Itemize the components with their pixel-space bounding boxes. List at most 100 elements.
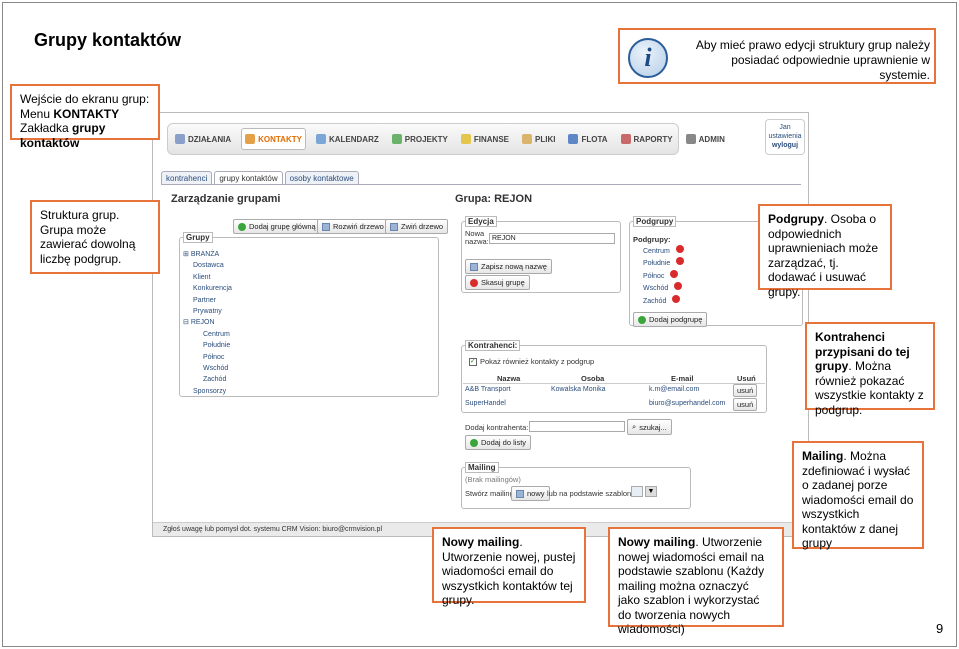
- remove-icon[interactable]: [670, 269, 679, 278]
- row2-email[interactable]: biuro@superhandel.com: [649, 400, 725, 407]
- col-person: Osoba: [581, 374, 605, 383]
- nav-projekty[interactable]: PROJEKTY: [389, 128, 451, 150]
- subgroups-label: Podgrupy:: [633, 235, 671, 244]
- row1-name[interactable]: A&B Transport: [465, 386, 511, 393]
- nav-raporty[interactable]: RAPORTY: [618, 128, 676, 150]
- nav-kalendarz[interactable]: KALENDARZ: [313, 128, 382, 150]
- group-name-input[interactable]: REJON: [489, 233, 615, 244]
- row1-email[interactable]: k.m@email.com: [649, 386, 699, 393]
- col-remove: Usuń: [737, 374, 756, 383]
- row1-remove-button[interactable]: usuń: [733, 384, 758, 397]
- crm-app-window: DZIAŁANIA KONTAKTY KALENDARZ PROJEKTY FI…: [152, 112, 809, 537]
- subgroup-list: Centrum Południe Północ Wschód Zachód: [643, 245, 687, 307]
- save-name-button[interactable]: Zapisz nową nazwę: [465, 259, 552, 274]
- tree-node[interactable]: Partner: [183, 295, 232, 306]
- add-icon: [638, 315, 646, 324]
- list-item[interactable]: Wschód: [643, 282, 687, 294]
- calendar-icon: [315, 134, 326, 144]
- tree-node[interactable]: ⊞ BRANŻA: [183, 249, 232, 260]
- fleet-icon: [568, 134, 579, 144]
- callout-subgroups: Podgrupy. Osoba o odpowiednich uprawnien…: [758, 204, 892, 299]
- nav-finanse[interactable]: FINANSE: [458, 128, 512, 150]
- projects-icon: [391, 134, 402, 144]
- callout-contractors: Kontrahenci przypisani do tej grupy. Moż…: [805, 322, 935, 417]
- files-icon: [522, 134, 532, 144]
- callout-structure: Struktura grup. Grupa może zawierać dowo…: [30, 200, 160, 274]
- nav-pliki[interactable]: PLIKI: [519, 128, 558, 150]
- tree-node[interactable]: Północ: [183, 352, 232, 363]
- add-contractor-label: Dodaj kontrahenta:: [465, 423, 529, 432]
- create-mailing-label: Stwórz mailing: [465, 489, 514, 498]
- col-email: E-mail: [671, 374, 694, 383]
- add-icon: [238, 222, 246, 231]
- group-tree: ⊞ BRANŻA Dostawca Klient Konkurencja Par…: [183, 249, 232, 397]
- template-icon[interactable]: [631, 486, 643, 497]
- tree-node-selected[interactable]: ⊟ REJON: [183, 317, 232, 328]
- list-item[interactable]: Północ: [643, 269, 687, 282]
- delete-group-button[interactable]: Skasuj grupę: [465, 275, 530, 290]
- user-name: Jan: [779, 124, 791, 131]
- finance-icon: [460, 134, 471, 144]
- tab-kontrahenci[interactable]: kontrahenci: [161, 171, 213, 185]
- subgroups-legend: Podgrupy: [633, 216, 677, 227]
- left-panel-title: Zarządzanie grupami: [171, 193, 281, 205]
- row2-name[interactable]: SuperHandel: [465, 400, 506, 407]
- no-mailings-text: (Brak mailingów): [465, 475, 521, 484]
- new-mailing-button[interactable]: nowy: [511, 486, 550, 501]
- remove-icon[interactable]: [675, 245, 684, 253]
- list-item[interactable]: Południe: [643, 257, 687, 269]
- collapse-tree-button[interactable]: Zwiń drzewo: [385, 219, 449, 234]
- actions-icon: [175, 134, 185, 144]
- show-subgroup-contacts[interactable]: ✓ Pokaż również kontakty z podgrup: [469, 357, 594, 366]
- tree-node[interactable]: Zachód: [183, 374, 232, 385]
- callout-entry: Wejście do ekranu grup: Menu KONTAKTY Za…: [10, 84, 160, 150]
- search-button[interactable]: ⌕ szukaj...: [627, 419, 672, 435]
- nav-kontakty[interactable]: KONTAKTY: [241, 128, 306, 150]
- nav-admin[interactable]: ADMIN: [683, 128, 728, 150]
- checkbox-checked[interactable]: ✓: [469, 357, 477, 366]
- main-navigation: DZIAŁANIA KONTAKTY KALENDARZ PROJEKTY FI…: [167, 123, 725, 155]
- tree-node[interactable]: Południe: [183, 340, 232, 351]
- nav-dzialania[interactable]: DZIAŁANIA: [172, 128, 234, 150]
- edit-legend: Edycja: [465, 216, 497, 227]
- expand-tree-button[interactable]: Rozwiń drzewo: [317, 219, 389, 234]
- row1-person[interactable]: Kowalska Monika: [551, 386, 605, 393]
- reports-icon: [620, 134, 631, 144]
- tree-node[interactable]: Centrum: [183, 329, 232, 340]
- callout-new-mailing: Nowy mailing. Utworzenie nowej, pustej w…: [432, 527, 586, 607]
- add-icon: [470, 438, 478, 447]
- remove-icon[interactable]: [676, 257, 685, 266]
- chevron-down-icon[interactable]: ▼: [645, 486, 657, 497]
- tree-node[interactable]: Klient: [183, 272, 232, 283]
- settings-link[interactable]: ustawienia: [768, 133, 801, 140]
- tab-grupy-kontaktow[interactable]: grupy kontaktów: [214, 171, 283, 185]
- list-item[interactable]: Centrum: [643, 245, 687, 257]
- logout-link[interactable]: wyloguj: [766, 141, 804, 150]
- nav-flota[interactable]: FLOTA: [565, 128, 610, 150]
- page-number: 9: [936, 621, 944, 636]
- save-icon: [470, 262, 478, 271]
- add-main-group-button[interactable]: Dodaj grupę główną: [233, 219, 321, 234]
- tab-underline: [161, 184, 801, 185]
- table-divider: [463, 383, 765, 384]
- add-subgroup-button[interactable]: Dodaj podgrupę: [633, 312, 708, 327]
- row2-remove-button[interactable]: usuń: [733, 398, 758, 411]
- tree-node[interactable]: Prywatny: [183, 306, 232, 317]
- groups-legend: Grupy: [183, 232, 213, 243]
- template-label: lub na podstawie szablonu:: [547, 489, 638, 498]
- add-to-list-button[interactable]: Dodaj do listy: [465, 435, 532, 450]
- list-item[interactable]: Zachód: [643, 294, 687, 307]
- tree-node[interactable]: Wschód: [183, 363, 232, 374]
- tab-osoby-kontaktowe[interactable]: osoby kontaktowe: [284, 171, 359, 185]
- tree-node[interactable]: Dostawca: [183, 260, 232, 271]
- remove-icon[interactable]: [672, 294, 681, 303]
- remove-icon[interactable]: [674, 282, 683, 291]
- tree-node[interactable]: Konkurencja: [183, 283, 232, 294]
- contractors-legend: Kontrahenci:: [465, 340, 521, 351]
- name-label: Nowa nazwa:: [465, 229, 489, 246]
- mailing-legend: Mailing: [465, 462, 499, 473]
- user-box: Jan ustawienia wyloguj: [765, 119, 805, 155]
- tree-node[interactable]: Sponsorzy: [183, 386, 232, 397]
- search-icon: ⌕: [632, 422, 637, 431]
- add-contractor-input[interactable]: [529, 421, 625, 432]
